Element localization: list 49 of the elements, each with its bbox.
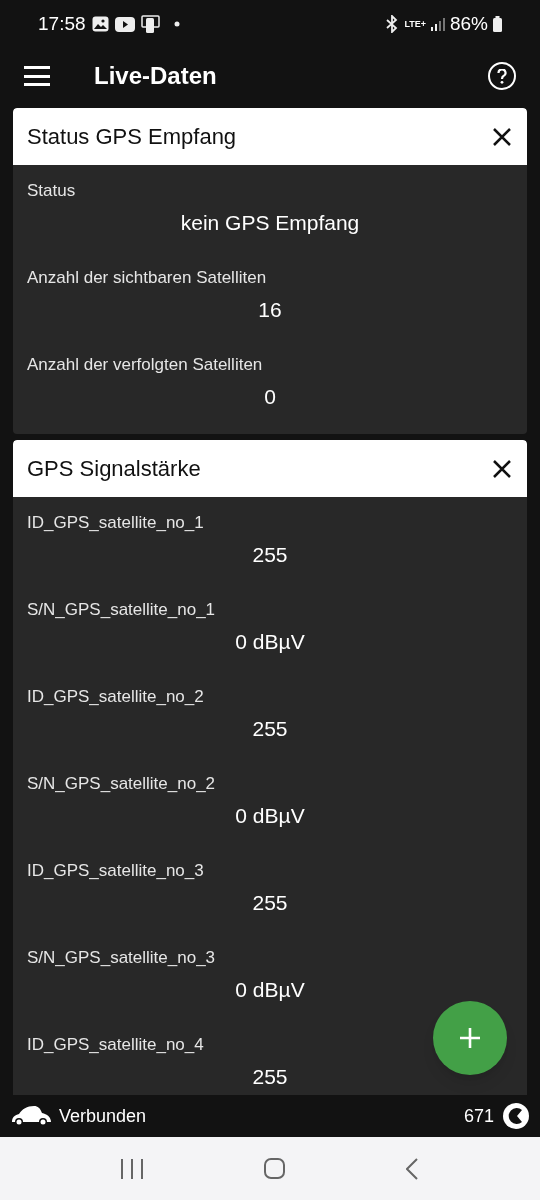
back-icon xyxy=(405,1157,418,1180)
battery-icon xyxy=(493,16,502,32)
field-label: Anzahl der sichtbaren Satelliten xyxy=(27,267,267,289)
phone-icon xyxy=(140,15,160,33)
network-type: LTE+ xyxy=(404,19,426,29)
battery-percent: 86% xyxy=(449,11,488,36)
clock: 17:58 xyxy=(38,11,86,36)
field-label: ID_GPS_satellite_no_1 xyxy=(27,512,204,534)
close-button[interactable] xyxy=(491,125,513,148)
field-label: S/N_GPS_satellite_no_3 xyxy=(27,947,216,969)
signal-icon xyxy=(430,17,445,31)
logo-icon xyxy=(502,1102,530,1130)
close-button[interactable] xyxy=(491,457,513,480)
count: 671 xyxy=(463,1104,494,1128)
field-value: 0 dBµV xyxy=(235,629,305,655)
help-button[interactable] xyxy=(488,62,516,90)
close-icon xyxy=(493,459,511,478)
field-value: kein GPS Empfang xyxy=(180,210,360,236)
car-icon xyxy=(10,1104,52,1128)
bluetooth-icon xyxy=(385,15,400,33)
home-button[interactable] xyxy=(263,1158,285,1179)
card-title: Status GPS Empfang xyxy=(27,123,238,151)
plus-icon xyxy=(460,1028,480,1048)
field-label: Status xyxy=(27,180,76,202)
field-value: 255 xyxy=(252,1064,288,1090)
recent-apps-button[interactable] xyxy=(120,1158,143,1179)
close-icon xyxy=(493,127,511,146)
field-value: 0 dBµV xyxy=(235,977,305,1003)
dot-icon xyxy=(173,21,180,27)
field-label: Anzahl der verfolgten Satelliten xyxy=(27,354,263,376)
field-value: 0 dBµV xyxy=(235,803,305,829)
image-icon xyxy=(91,16,109,32)
field-value: 16 xyxy=(258,297,282,323)
field-value: 255 xyxy=(252,890,288,916)
field-label: ID_GPS_satellite_no_2 xyxy=(27,686,204,708)
question-icon xyxy=(497,68,507,84)
field-value: 0 xyxy=(264,384,276,410)
menu-button[interactable] xyxy=(24,66,50,86)
card-title: GPS Signalstärke xyxy=(27,455,202,483)
field-label: ID_GPS_satellite_no_3 xyxy=(27,860,204,882)
field-label: ID_GPS_satellite_no_4 xyxy=(27,1034,204,1056)
play-icon xyxy=(114,16,135,32)
field-value: 255 xyxy=(252,542,288,568)
page-title: Live-Daten xyxy=(94,61,218,91)
back-button[interactable] xyxy=(405,1157,420,1180)
field-value: 255 xyxy=(252,716,288,742)
field-label: S/N_GPS_satellite_no_1 xyxy=(27,599,216,621)
connection-status: Verbunden xyxy=(59,1104,148,1128)
field-label: S/N_GPS_satellite_no_2 xyxy=(27,773,216,795)
